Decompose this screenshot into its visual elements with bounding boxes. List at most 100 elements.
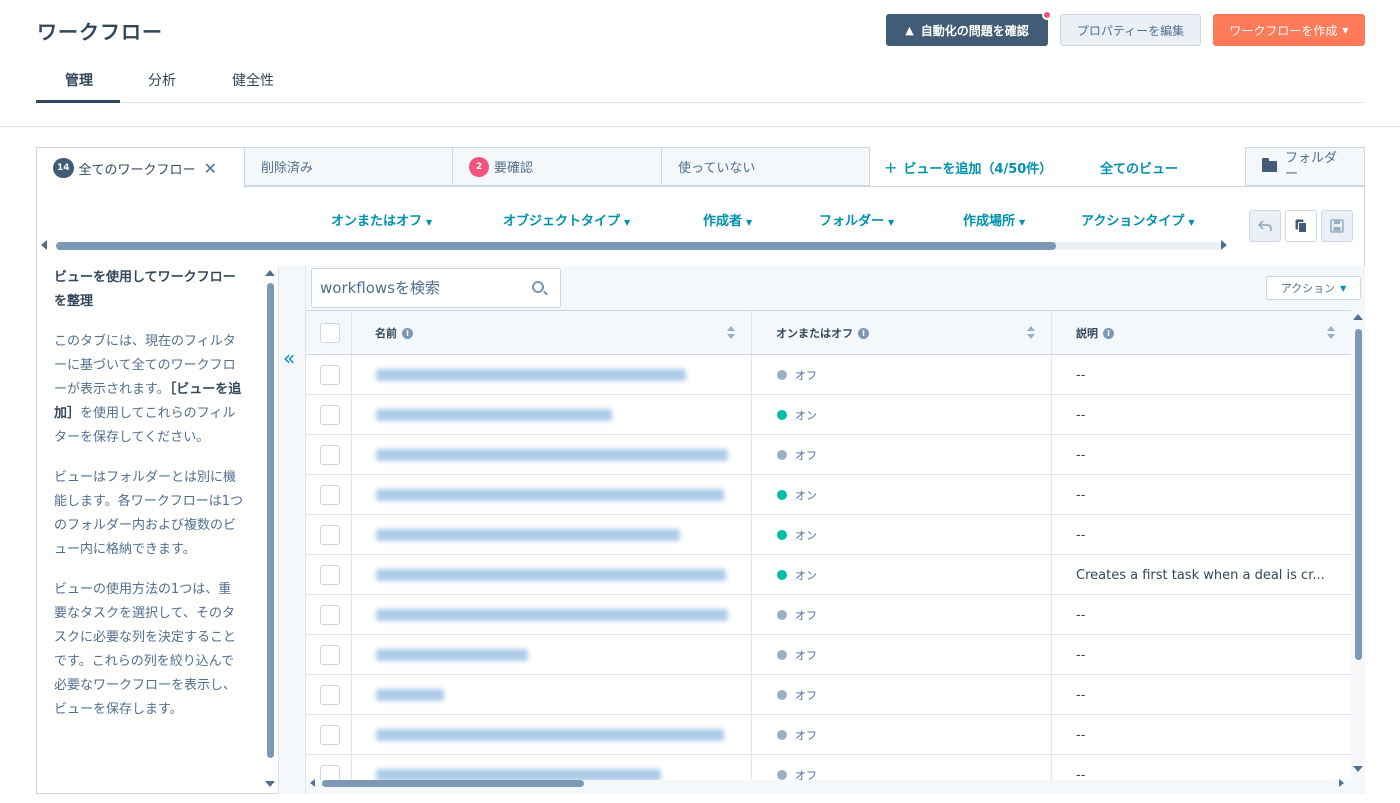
workflow-name-link[interactable] (376, 649, 528, 661)
view-tab-deleted[interactable]: 削除済み (244, 147, 453, 186)
clone-button[interactable] (1285, 210, 1317, 242)
scroll-thumb[interactable] (322, 780, 584, 787)
workflow-name-link[interactable] (376, 449, 728, 461)
view-tabs: 14 全てのワークフロー ✕ 削除済み 2 要確認 使っていない + ビューを追加… (36, 147, 1365, 188)
view-tab-unused[interactable]: 使っていない (661, 147, 870, 186)
scroll-up-icon[interactable] (265, 270, 275, 276)
workflow-name-link[interactable] (376, 489, 724, 501)
folder-tab[interactable]: フォルダー (1245, 147, 1365, 186)
scroll-right-icon[interactable] (1221, 240, 1227, 250)
status-label: オフ (795, 649, 817, 662)
table-row[interactable]: オフ -- (306, 435, 1351, 475)
notification-dot (1042, 10, 1052, 20)
save-icon (1330, 219, 1344, 233)
workflows-page: ワークフロー ▲ 自動化の問題を確認 プロパティーを編集 ワークフローを作成 ▼… (0, 0, 1400, 803)
scroll-thumb[interactable] (1355, 329, 1362, 660)
table-row[interactable]: オフ -- (306, 355, 1351, 395)
row-checkbox[interactable] (320, 605, 340, 625)
scroll-right-icon[interactable] (1339, 779, 1344, 787)
table-row[interactable]: オフ -- (306, 635, 1351, 675)
info-icon[interactable]: i (1103, 327, 1114, 339)
scroll-down-icon[interactable] (1353, 766, 1363, 772)
filter-created-location[interactable]: 作成場所 ▼ (963, 210, 1025, 229)
status-cell: オフ (752, 755, 1052, 780)
sort-icon[interactable] (1327, 326, 1335, 340)
table-row[interactable]: オン Creates a first task when a deal is cr… (306, 555, 1351, 595)
table-row[interactable]: オン -- (306, 395, 1351, 435)
filter-on-off[interactable]: オンまたはオフ ▼ (331, 210, 432, 229)
workflow-name-link[interactable] (376, 569, 726, 581)
row-checkbox[interactable] (320, 685, 340, 705)
tab-manage[interactable]: 管理 (65, 70, 93, 90)
tab-analyze[interactable]: 分析 (148, 70, 176, 90)
scroll-up-icon[interactable] (1353, 314, 1363, 320)
table-horizontal-scrollbar[interactable] (306, 778, 1351, 790)
info-icon[interactable]: i (858, 327, 869, 339)
sort-icon[interactable] (727, 326, 735, 340)
search-input[interactable] (320, 277, 520, 299)
column-header-name[interactable]: 名前 i (352, 311, 752, 355)
table-vertical-scrollbar[interactable] (1352, 310, 1364, 780)
scroll-left-icon[interactable] (41, 240, 47, 250)
table-row[interactable]: オン -- (306, 515, 1351, 555)
status-cell: オン (752, 555, 1052, 595)
actions-dropdown[interactable]: アクション ▼ (1266, 276, 1361, 300)
create-workflow-button[interactable]: ワークフローを作成 ▼ (1213, 14, 1365, 46)
filter-created-by[interactable]: 作成者 ▼ (703, 210, 752, 229)
edit-properties-button[interactable]: プロパティーを編集 (1060, 14, 1201, 46)
sidebar-paragraph: ビューはフォルダーとは別に機能します。各ワークフローは1つのフォルダー内および複… (54, 470, 243, 557)
filter-folder[interactable]: フォルダー ▼ (819, 210, 894, 229)
view-tab-all-workflows[interactable]: 14 全てのワークフロー ✕ (36, 147, 245, 188)
name-cell (352, 755, 752, 780)
description-cell: -- (1052, 635, 1351, 675)
column-header-description[interactable]: 説明 i (1052, 311, 1351, 355)
info-icon[interactable]: i (402, 327, 413, 339)
review-issues-button[interactable]: ▲ 自動化の問題を確認 (886, 10, 1052, 46)
sidebar-scrollbar[interactable] (264, 266, 276, 794)
tab-health[interactable]: 健全性 (232, 70, 274, 90)
select-all-checkbox[interactable] (320, 323, 340, 343)
filter-action-type[interactable]: アクションタイプ ▼ (1081, 210, 1195, 229)
table-row[interactable]: オフ -- (306, 595, 1351, 635)
add-view-button[interactable]: + ビューを追加（4/50件） (884, 158, 1052, 177)
description-cell: -- (1052, 435, 1351, 475)
column-header-status[interactable]: オンまたはオフ i (752, 311, 1052, 355)
scroll-thumb[interactable] (56, 242, 1056, 250)
search-icon[interactable] (532, 281, 544, 293)
name-cell (352, 515, 752, 555)
table-row[interactable]: オフ -- (306, 755, 1351, 780)
filter-scrollbar[interactable] (42, 242, 1232, 250)
view-tab-needs-review[interactable]: 2 要確認 (452, 147, 662, 186)
row-checkbox[interactable] (320, 645, 340, 665)
table-row[interactable]: オン -- (306, 475, 1351, 515)
row-checkbox[interactable] (320, 445, 340, 465)
workflow-name-link[interactable] (376, 369, 686, 381)
sort-icon[interactable] (1027, 326, 1035, 340)
save-view-button[interactable] (1321, 210, 1353, 242)
row-checkbox[interactable] (320, 365, 340, 385)
table-row[interactable]: オフ -- (306, 675, 1351, 715)
filter-object-type[interactable]: オブジェクトタイプ ▼ (503, 210, 630, 229)
workflow-name-link[interactable] (376, 609, 728, 621)
status-indicator: オフ (777, 687, 817, 703)
scroll-down-icon[interactable] (265, 781, 275, 787)
row-checkbox[interactable] (320, 525, 340, 545)
close-icon[interactable]: ✕ (204, 159, 217, 178)
workflow-name-link[interactable] (376, 529, 680, 541)
scroll-thumb[interactable] (267, 283, 274, 758)
all-views-link[interactable]: 全てのビュー (1100, 158, 1178, 177)
collapse-sidebar-icon[interactable]: « (283, 346, 295, 370)
row-checkbox[interactable] (320, 405, 340, 425)
name-cell (352, 595, 752, 635)
row-checkbox[interactable] (320, 725, 340, 745)
table-row[interactable]: オフ -- (306, 715, 1351, 755)
workflow-name-link[interactable] (376, 689, 444, 701)
scroll-left-icon[interactable] (310, 779, 315, 787)
undo-button[interactable] (1249, 210, 1281, 242)
select-cell (306, 515, 352, 555)
workflow-name-link[interactable] (376, 729, 724, 741)
row-checkbox[interactable] (320, 565, 340, 585)
row-checkbox[interactable] (320, 485, 340, 505)
workflow-name-link[interactable] (376, 409, 612, 421)
description-cell: -- (1052, 395, 1351, 435)
